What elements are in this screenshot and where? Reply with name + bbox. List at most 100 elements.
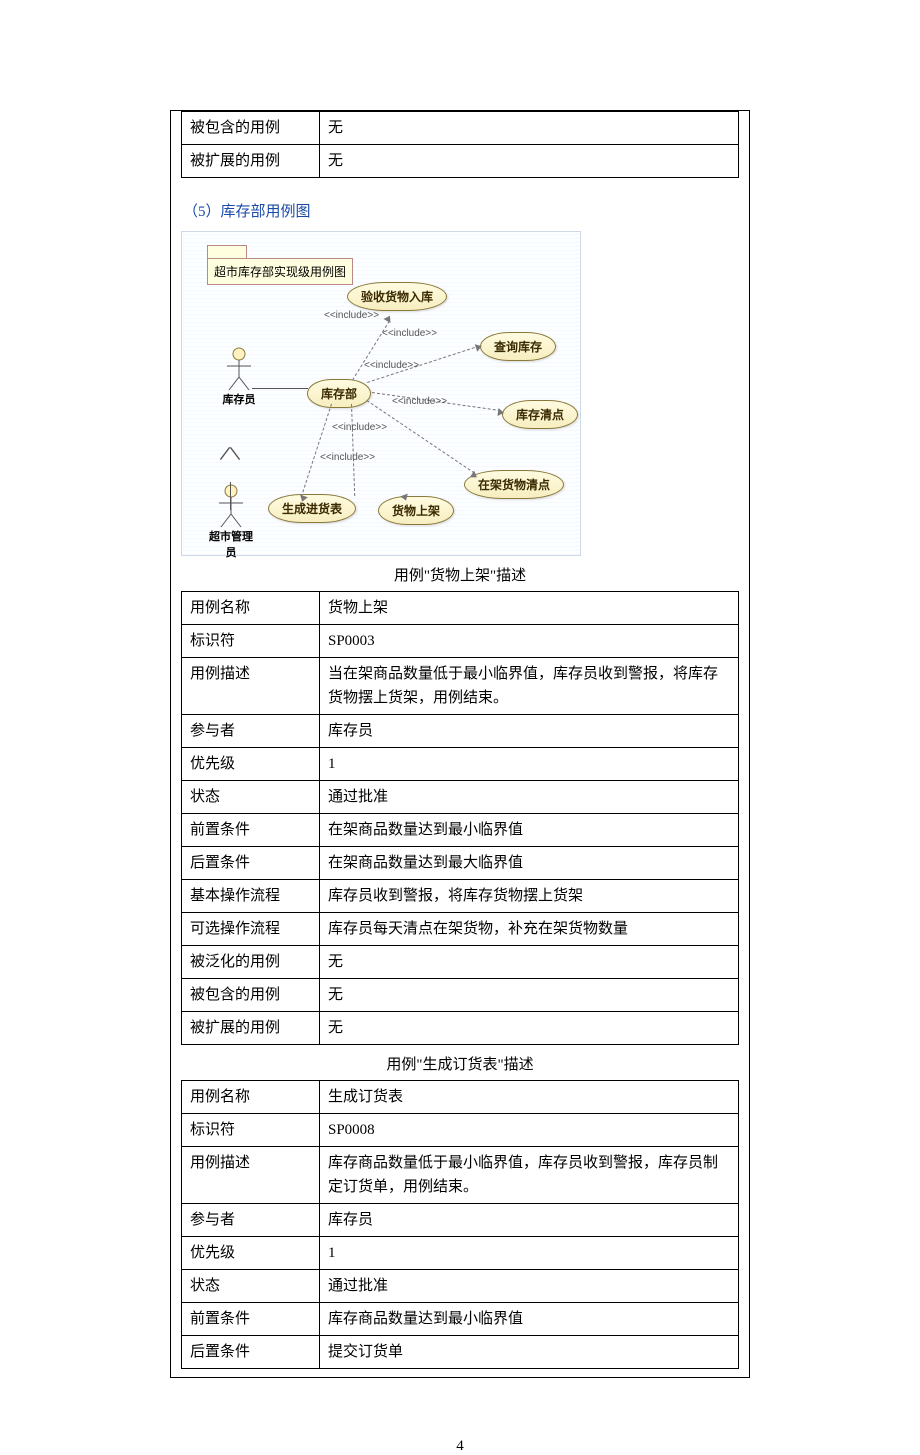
row-label: 基本操作流程 [182,880,320,913]
row-label: 后置条件 [182,847,320,880]
table-row: 被包含的用例无 [182,979,739,1012]
row-label: 后置条件 [182,1336,320,1369]
usecase-gen-purchase: 生成进货表 [268,494,356,523]
row-value: 无 [320,946,739,979]
association-line [252,388,308,389]
row-label: 被扩展的用例 [182,145,320,178]
row-value: 无 [320,112,739,145]
table-row: 标识符SP0003 [182,625,739,658]
include-line [301,404,332,498]
table1-caption: 用例"货物上架"描述 [171,564,749,585]
usecase-diagram: 超市库存部实现级用例图 库存员 [181,231,581,556]
table-row: 用例描述当在架商品数量低于最小临界值，库存员收到警报，将库存货物摆上货架，用例结… [182,658,739,715]
row-value: 库存商品数量低于最小临界值，库存员收到警报，库存员制定订货单，用例结束。 [320,1147,739,1204]
page-number: 4 [0,1438,920,1455]
row-value: 1 [320,748,739,781]
table-row: 后置条件在架商品数量达到最大临界值 [182,847,739,880]
usecase-shelve-goods: 货物上架 [378,496,454,525]
section-title: （5）库存部用例图 [183,200,749,221]
row-value: 通过批准 [320,1270,739,1303]
table-row: 后置条件提交订货单 [182,1336,739,1369]
row-label: 用例描述 [182,1147,320,1204]
row-value: SP0003 [320,625,739,658]
table-row: 状态通过批准 [182,1270,739,1303]
row-label: 被包含的用例 [182,979,320,1012]
row-value: 货物上架 [320,592,739,625]
table-row: 标识符SP0008 [182,1114,739,1147]
generalization-line [230,482,231,510]
row-label: 用例名称 [182,592,320,625]
stereotype-label: <<include>> [392,396,447,407]
stereotype-label: <<include>> [332,422,387,433]
row-label: 状态 [182,1270,320,1303]
usecase-stock-count: 库存清点 [502,400,578,429]
usecase-table-2: 用例名称生成订货表 标识符SP0008 用例描述库存商品数量低于最小临界值，库存… [181,1080,739,1369]
row-label: 前置条件 [182,814,320,847]
row-value: 提交订货单 [320,1336,739,1369]
row-value: 无 [320,1012,739,1045]
arrowhead-icon [384,314,394,323]
row-value: 1 [320,1237,739,1270]
row-label: 优先级 [182,1237,320,1270]
row-label: 被泛化的用例 [182,946,320,979]
row-label: 参与者 [182,715,320,748]
usecase-diagram-container: 超市库存部实现级用例图 库存员 [181,231,739,556]
include-line [366,400,474,474]
table-row: 用例名称生成订货表 [182,1081,739,1114]
row-value: 无 [320,979,739,1012]
row-label: 参与者 [182,1204,320,1237]
stereotype-label: <<include>> [382,328,437,339]
row-value: 在架商品数量达到最大临界值 [320,847,739,880]
row-value: 库存员收到警报，将库存货物摆上货架 [320,880,739,913]
usecase-table-1: 用例名称货物上架 标识符SP0003 用例描述当在架商品数量低于最小临界值，库存… [181,591,739,1045]
arrowhead-icon [497,408,504,417]
row-value: 生成订货表 [320,1081,739,1114]
actor-label: 超市管理员 [206,528,256,560]
table-row: 用例名称货物上架 [182,592,739,625]
table-row: 参与者库存员 [182,715,739,748]
row-value: 库存商品数量达到最小临界值 [320,1303,739,1336]
table-row: 优先级1 [182,748,739,781]
usecase-query-stock: 查询库存 [480,332,556,361]
row-label: 被扩展的用例 [182,1012,320,1045]
table-row: 用例描述库存商品数量低于最小临界值，库存员收到警报，库存员制定订货单，用例结束。 [182,1147,739,1204]
row-value: 库存员每天清点在架货物，补充在架货物数量 [320,913,739,946]
usecase-accept-goods: 验收货物入库 [347,282,447,311]
actor-stock-clerk: 库存员 [214,347,264,407]
table-row: 优先级1 [182,1237,739,1270]
table2-caption: 用例"生成订货表"描述 [171,1053,749,1074]
include-line [351,404,355,496]
row-value: 当在架商品数量低于最小临界值，库存员收到警报，将库存货物摆上货架，用例结束。 [320,658,739,715]
row-value: 库存员 [320,715,739,748]
row-label: 前置条件 [182,1303,320,1336]
row-label: 可选操作流程 [182,913,320,946]
actor-label: 库存员 [214,391,264,407]
table-row: 前置条件在架商品数量达到最小临界值 [182,814,739,847]
table-row: 前置条件库存商品数量达到最小临界值 [182,1303,739,1336]
table-row: 可选操作流程库存员每天清点在架货物，补充在架货物数量 [182,913,739,946]
table-row: 被扩展的用例 无 [182,145,739,178]
row-label: 用例名称 [182,1081,320,1114]
row-label: 被包含的用例 [182,112,320,145]
row-value: 无 [320,145,739,178]
top-continuation-table: 被包含的用例 无 被扩展的用例 无 [181,111,739,178]
table-row: 参与者库存员 [182,1204,739,1237]
table-row: 被包含的用例 无 [182,112,739,145]
generalization-arrowhead-icon [221,448,239,460]
row-label: 标识符 [182,625,320,658]
row-value: 在架商品数量达到最小临界值 [320,814,739,847]
table-row: 基本操作流程库存员收到警报，将库存货物摆上货架 [182,880,739,913]
diagram-title: 超市库存部实现级用例图 [207,258,353,285]
row-label: 状态 [182,781,320,814]
table-row: 被扩展的用例无 [182,1012,739,1045]
actor-admin: 超市管理员 [206,484,256,560]
table-row: 状态通过批准 [182,781,739,814]
page-frame: 被包含的用例 无 被扩展的用例 无 （5）库存部用例图 超市库存部实现级用例图 [170,110,750,1378]
stereotype-label: <<include>> [324,310,379,321]
stereotype-label: <<include>> [320,452,375,463]
table-row: 被泛化的用例无 [182,946,739,979]
row-value: 库存员 [320,1204,739,1237]
row-label: 标识符 [182,1114,320,1147]
row-value: 通过批准 [320,781,739,814]
usecase-store-dept: 库存部 [307,379,371,408]
